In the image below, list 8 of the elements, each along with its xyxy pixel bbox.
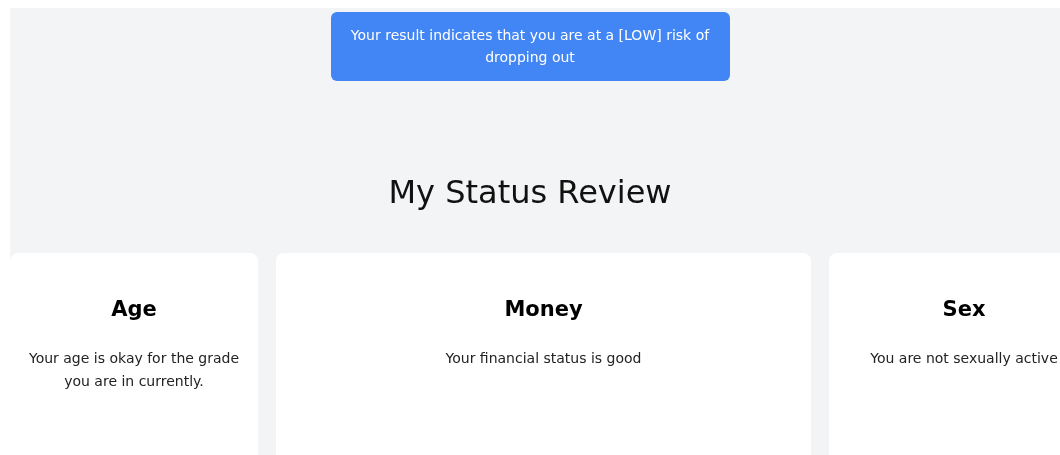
card-title: Sex <box>941 297 987 321</box>
result-alert: Your result indicates that you are at a [LOW] risk of dropping out <box>330 12 730 81</box>
card-text: Your financial status is good <box>444 349 643 368</box>
page-heading: My Status Review <box>388 173 672 211</box>
card-text: Your age is okay for the grade you are in currently. <box>27 349 241 391</box>
card-title: Age <box>110 297 158 321</box>
card-title: Money <box>503 297 584 321</box>
card-text: You are not sexually active <box>869 349 1059 368</box>
